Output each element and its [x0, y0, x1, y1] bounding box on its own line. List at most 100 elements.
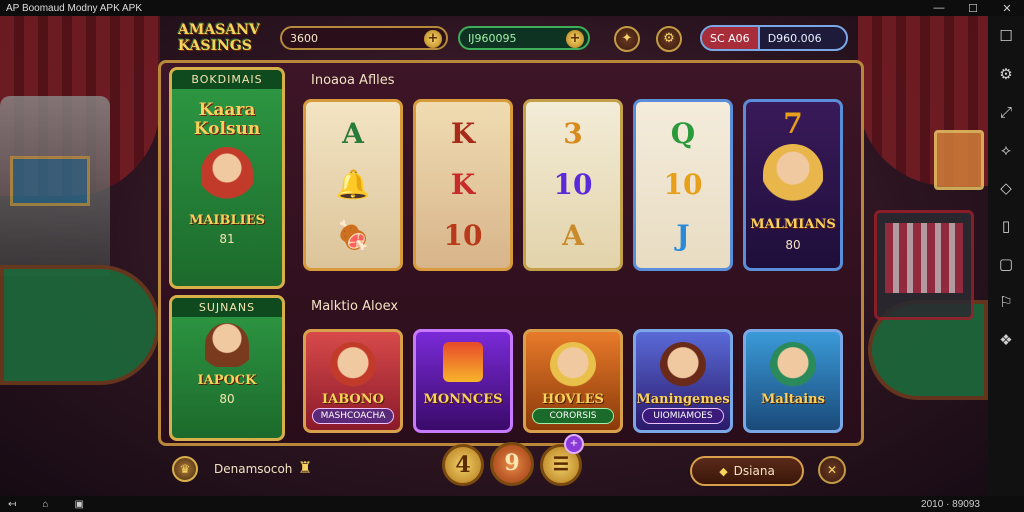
card-symbol: K [450, 167, 476, 201]
game-subtitle: MASHCOACHA [312, 408, 394, 424]
recents-icon[interactable]: ▢ [996, 254, 1016, 274]
card-symbol: K [450, 116, 476, 150]
promo-header: BOKDIMAIS [172, 70, 282, 89]
gift-icon[interactable]: ✦ [614, 26, 640, 52]
card-symbol: 7 [783, 107, 803, 140]
angel-character-icon [763, 144, 823, 213]
bell-icon: 🔔 [335, 167, 371, 201]
apps-icon[interactable]: ▣ [74, 499, 83, 510]
treasure-icon: 🍖 [335, 219, 371, 253]
game-title: MONNCES [423, 392, 503, 407]
number-button-4[interactable]: 4 [442, 444, 484, 486]
character-icon [330, 342, 376, 388]
game-logo: AMASANV KASINGS [178, 22, 260, 54]
more-section-title: Malktio Aloex [311, 299, 399, 314]
character-icon [205, 323, 249, 367]
fullscreen-icon[interactable]: ⤢ [996, 102, 1016, 122]
card-title: MALMIANS [750, 217, 836, 232]
cta-button[interactable]: ◆ Dsiana [690, 456, 804, 486]
card-symbol: Q [670, 116, 696, 150]
add-coins-icon[interactable]: + [424, 30, 442, 48]
emulator-bottombar: ↤ ⌂ ▣ 2010 · 89093 [0, 496, 1024, 512]
gems-balance[interactable]: IJ960095 + [458, 26, 590, 50]
notification-badge: + [564, 434, 584, 454]
character-icon [770, 342, 816, 388]
card-symbol: A [342, 116, 364, 150]
minimize-button[interactable]: — [922, 2, 956, 14]
game-title: Maningemes [636, 392, 730, 407]
map-icon[interactable]: ⟡ [996, 140, 1016, 160]
back-icon[interactable]: ↤ [8, 499, 16, 510]
slot-card-2[interactable]: K K 10 [413, 99, 513, 271]
square-icon[interactable]: ☐ [996, 26, 1016, 46]
card-symbol: A [562, 219, 584, 253]
character-icon [660, 342, 706, 388]
card-number: 80 [785, 238, 801, 252]
maximize-button[interactable]: ☐ [956, 2, 990, 15]
gems-value: IJ960095 [468, 31, 517, 45]
shake-icon[interactable]: ⚐ [996, 292, 1016, 312]
background-slot-machine [0, 96, 110, 276]
multi-window-icon[interactable]: ❖ [996, 330, 1016, 350]
bottom-status: 2010 · 89093 [921, 498, 980, 510]
coins-balance[interactable]: 3600 + [280, 26, 448, 50]
promo-header: SUJNANS [172, 298, 282, 317]
window-titlebar: AP Boomaud Modny APK APK — ☐ ✕ [0, 0, 1024, 16]
tag-icon[interactable]: ◇ [996, 178, 1016, 198]
main-panel: BOKDIMAIS Kaara Kolsun MAIBLIES 81 SUJNA… [158, 60, 864, 446]
character-icon [201, 147, 253, 207]
card-symbol: 10 [553, 167, 593, 201]
status-tag: SC A06 [702, 27, 760, 49]
status-pill[interactable]: SC A06 D960.006 [700, 25, 848, 51]
add-gems-icon[interactable]: + [566, 30, 584, 48]
game-emblem-icon [443, 342, 483, 382]
card-symbol: 10 [663, 167, 703, 201]
number-button-9[interactable]: 9 [490, 442, 534, 486]
promo-subtitle: MAIBLIES [188, 213, 266, 228]
game-title: IABONO [322, 392, 384, 407]
promo-card-1[interactable]: BOKDIMAIS Kaara Kolsun MAIBLIES 81 [169, 67, 285, 289]
slot-card-5[interactable]: 7 MALMIANS 80 [743, 99, 843, 271]
game-subtitle: UIOMIAMOES [642, 408, 724, 424]
card-symbol: 3 [563, 116, 583, 150]
tablet-icon[interactable]: ▯ [996, 216, 1016, 236]
trophy-icon[interactable]: ♛ [172, 456, 198, 482]
close-circle-icon[interactable]: ✕ [818, 456, 846, 484]
game-header: AMASANV KASINGS 3600 + IJ960095 + ✦ ⚙ SC… [160, 18, 860, 60]
game-tile-5[interactable]: Maltains [743, 329, 843, 433]
card-symbol: 10 [443, 219, 483, 253]
close-button[interactable]: ✕ [990, 2, 1024, 15]
chest-icon[interactable]: ♜ [298, 458, 312, 477]
emulator-side-toolbar: ☐ ⚙ ⤢ ⟡ ◇ ▯ ▢ ⚐ ❖ [988, 16, 1024, 496]
diamond-icon: ◆ [719, 464, 728, 478]
promo-card-2[interactable]: SUJNANS IAPOCK 80 [169, 295, 285, 441]
slot-card-4[interactable]: Q 10 J [633, 99, 733, 271]
featured-section-title: Inoaoa Aflles [311, 73, 395, 88]
game-title: HOVLES [542, 392, 604, 407]
character-icon [550, 342, 596, 388]
promo-number: 81 [219, 232, 235, 246]
promo-title: Kaara Kolsun [193, 100, 261, 139]
background-machine-right [874, 210, 974, 320]
slot-card-3[interactable]: 3 10 A [523, 99, 623, 271]
slot-card-1[interactable]: A 🔔 🍖 [303, 99, 403, 271]
settings-icon[interactable]: ⚙ [996, 64, 1016, 84]
footer-label: Denamsocoh [214, 462, 293, 476]
window-title: AP Boomaud Modny APK APK [6, 2, 143, 14]
settings-icon[interactable]: ⚙ [656, 26, 682, 52]
game-tile-3[interactable]: HOVLES CORORSIS [523, 329, 623, 433]
game-tile-1[interactable]: IABONO MASHCOACHA [303, 329, 403, 433]
game-subtitle: CORORSIS [532, 408, 614, 424]
coins-value: 3600 [290, 31, 318, 45]
background-sign [934, 130, 984, 190]
home-icon[interactable]: ⌂ [42, 499, 48, 510]
cta-label: Dsiana [733, 464, 775, 478]
game-tile-4[interactable]: Maningemes UIOMIAMOES [633, 329, 733, 433]
game-tile-2[interactable]: MONNCES [413, 329, 513, 433]
card-symbol: J [676, 219, 690, 253]
promo-subtitle: IAPOCK [197, 373, 257, 388]
status-value: D960.006 [767, 31, 822, 45]
background-table-left [0, 265, 160, 385]
game-title: Maltains [761, 392, 825, 407]
promo-number: 80 [219, 392, 235, 406]
